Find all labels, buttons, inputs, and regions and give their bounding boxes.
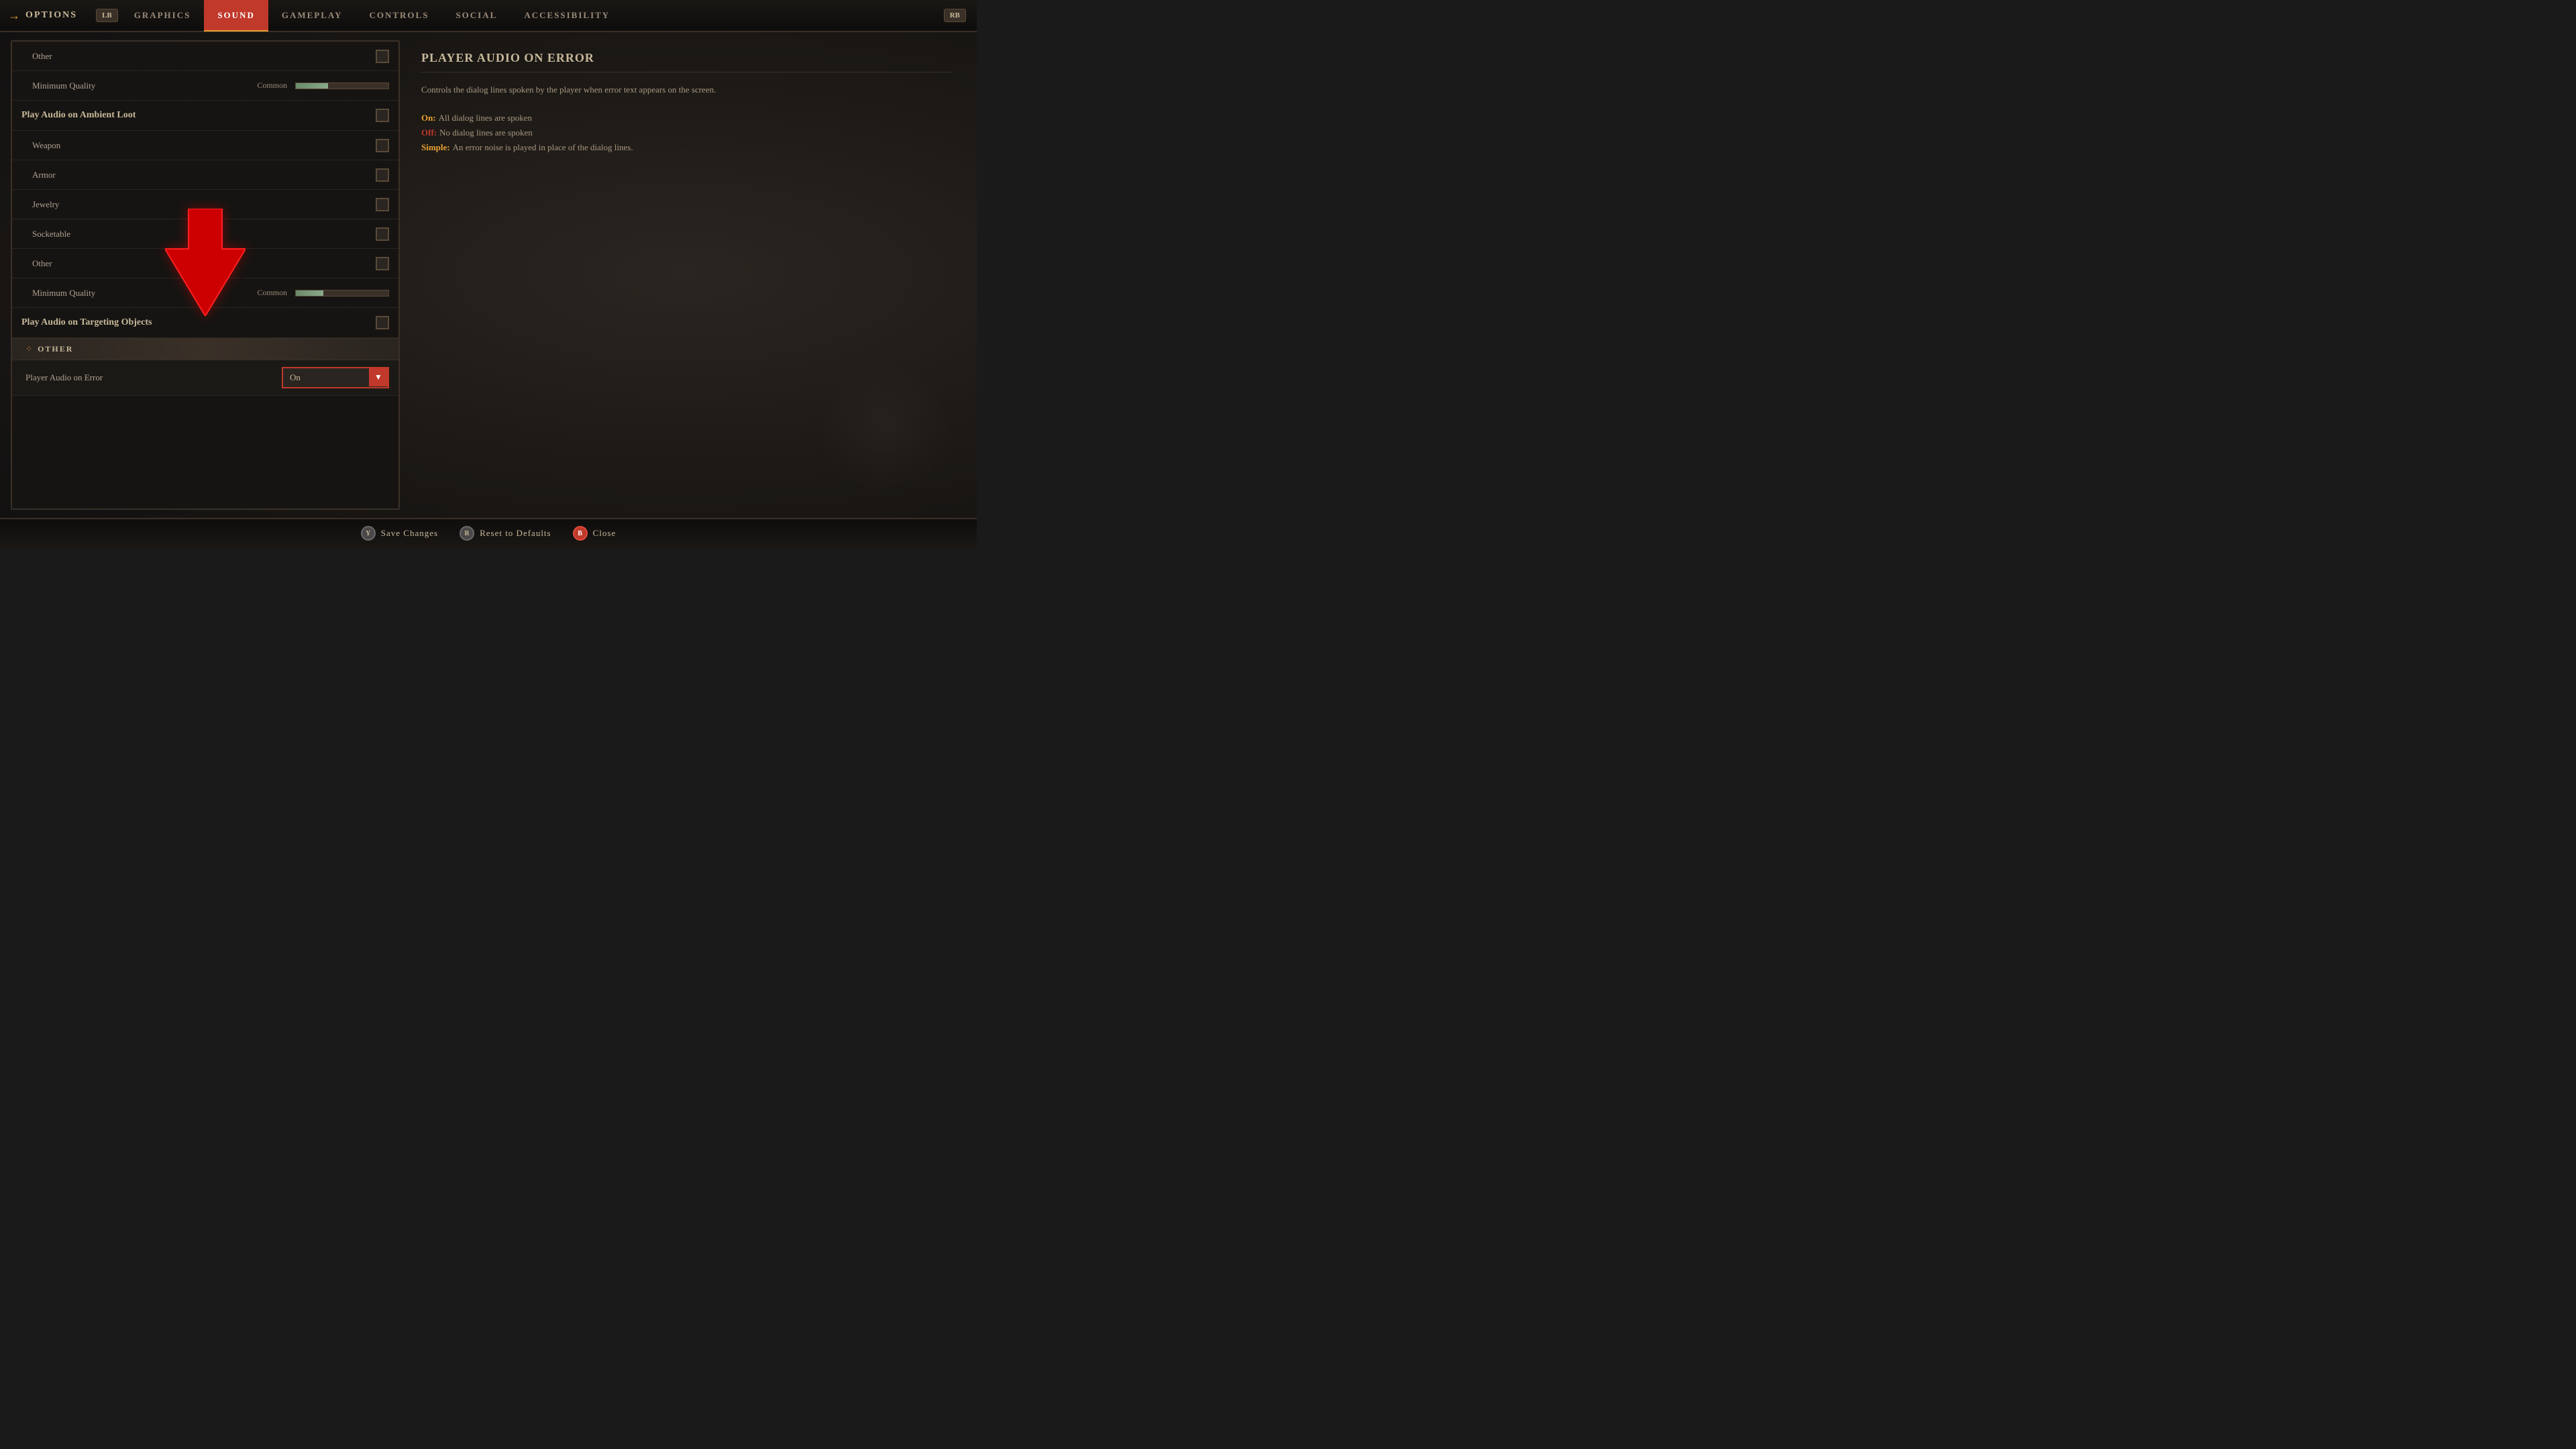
list-item[interactable]: Other — [12, 42, 398, 71]
rb-button[interactable]: RB — [944, 9, 966, 22]
list-item[interactable]: Jewelry — [12, 190, 398, 219]
save-label: Save Changes — [381, 528, 438, 539]
group-header-targeting-label: Play Audio on Targeting Objects — [21, 317, 376, 328]
close-label: Close — [593, 528, 616, 539]
item-label-jewelry: Jewelry — [32, 199, 376, 210]
tab-gameplay[interactable]: GAMEPLAY — [268, 0, 356, 32]
checkbox-jewelry[interactable] — [376, 198, 389, 211]
nav-arrow-icon: → — [8, 9, 20, 23]
list-item[interactable]: Weapon — [12, 131, 398, 160]
settings-scroll[interactable]: Other Minimum Quality Common Play Audio … — [12, 42, 398, 508]
checkbox-other2[interactable] — [376, 257, 389, 270]
checkbox-targeting-objects[interactable] — [376, 316, 389, 329]
nav-tabs: GRAPHICS SOUND GAMEPLAY CONTROLS SOCIAL … — [121, 0, 941, 32]
checkbox-other1[interactable] — [376, 50, 389, 63]
list-item[interactable]: Socketable — [12, 219, 398, 249]
item-label-socketable: Socketable — [32, 229, 376, 239]
slider-label-1: Common — [257, 80, 287, 91]
divider-icon: ⁘ — [25, 344, 32, 354]
checkbox-ambient-loot[interactable] — [376, 109, 389, 122]
option-text-on: All dialog lines are spoken — [439, 111, 532, 125]
group-header-targeting-objects[interactable]: Play Audio on Targeting Objects — [12, 308, 398, 338]
list-item[interactable]: Minimum Quality Common — [12, 278, 398, 308]
description-option-off: Off: No dialog lines are spoken — [421, 125, 953, 140]
slider-label-2: Common — [257, 288, 287, 298]
checkbox-armor[interactable] — [376, 168, 389, 182]
item-label-other1: Other — [32, 51, 376, 62]
save-btn-icon: Y — [361, 526, 376, 541]
reset-btn-icon: R — [460, 526, 474, 541]
item-label-other2: Other — [32, 258, 376, 269]
option-key-simple: Simple: — [421, 140, 450, 155]
close-btn-icon: B — [573, 526, 588, 541]
lb-button[interactable]: LB — [96, 9, 118, 22]
slider-container-1: Common — [257, 80, 389, 91]
option-key-off: Off: — [421, 125, 437, 140]
description-option-on: On: All dialog lines are spoken — [421, 111, 953, 125]
tab-accessibility[interactable]: ACCESSIBILITY — [511, 0, 623, 32]
save-action[interactable]: Y Save Changes — [361, 526, 438, 541]
list-item[interactable]: Minimum Quality Common — [12, 71, 398, 101]
nav-logo: → OPTIONS — [8, 9, 77, 23]
tab-social[interactable]: SOCIAL — [442, 0, 511, 32]
item-label-weapon: Weapon — [32, 140, 376, 151]
bottom-bar: Y Save Changes R Reset to Defaults B Clo… — [0, 518, 977, 547]
nav-logo-text: OPTIONS — [25, 10, 77, 21]
main-content: Other Minimum Quality Common Play Audio … — [0, 32, 977, 518]
tab-controls[interactable]: CONTROLS — [356, 0, 442, 32]
list-item[interactable]: Armor — [12, 160, 398, 190]
close-action[interactable]: B Close — [573, 526, 616, 541]
slider-1[interactable] — [295, 83, 389, 89]
slider-container-2: Common — [257, 288, 389, 298]
tab-graphics[interactable]: GRAPHICS — [121, 0, 205, 32]
description-option-simple: Simple: An error noise is played in plac… — [421, 140, 953, 155]
item-label-minquality2: Minimum Quality — [32, 288, 257, 299]
reset-label: Reset to Defaults — [480, 528, 551, 539]
dropdown-value-player-audio-error: On — [283, 368, 369, 387]
list-item[interactable]: Other — [12, 249, 398, 278]
item-label-minquality1: Minimum Quality — [32, 80, 257, 91]
dropdown-row-player-audio-error[interactable]: Player Audio on Error On ▼ — [12, 360, 398, 396]
nav-bar: → OPTIONS LB GRAPHICS SOUND GAMEPLAY CON… — [0, 0, 977, 32]
dropdown-arrow-icon[interactable]: ▼ — [369, 368, 388, 386]
checkbox-weapon[interactable] — [376, 139, 389, 152]
checkbox-socketable[interactable] — [376, 227, 389, 241]
description-title: PLAYER AUDIO ON ERROR — [421, 51, 953, 72]
dropdown-label-player-audio-error: Player Audio on Error — [25, 372, 282, 383]
reset-action[interactable]: R Reset to Defaults — [460, 526, 551, 541]
settings-panel: Other Minimum Quality Common Play Audio … — [11, 40, 400, 510]
group-header-ambient-loot[interactable]: Play Audio on Ambient Loot — [12, 101, 398, 131]
group-header-label: Play Audio on Ambient Loot — [21, 110, 376, 121]
section-divider-label: OTHER — [38, 344, 73, 354]
description-body: Controls the dialog lines spoken by the … — [421, 83, 953, 97]
description-panel: PLAYER AUDIO ON ERROR Controls the dialo… — [408, 40, 966, 510]
option-key-on: On: — [421, 111, 436, 125]
slider-2[interactable] — [295, 290, 389, 297]
option-text-off: No dialog lines are spoken — [439, 125, 533, 140]
dropdown-control-player-audio-error[interactable]: On ▼ — [282, 367, 389, 388]
option-text-simple: An error noise is played in place of the… — [453, 140, 633, 155]
item-label-armor: Armor — [32, 170, 376, 180]
tab-sound[interactable]: SOUND — [204, 0, 268, 32]
section-divider-other: ⁘ OTHER — [12, 338, 398, 360]
